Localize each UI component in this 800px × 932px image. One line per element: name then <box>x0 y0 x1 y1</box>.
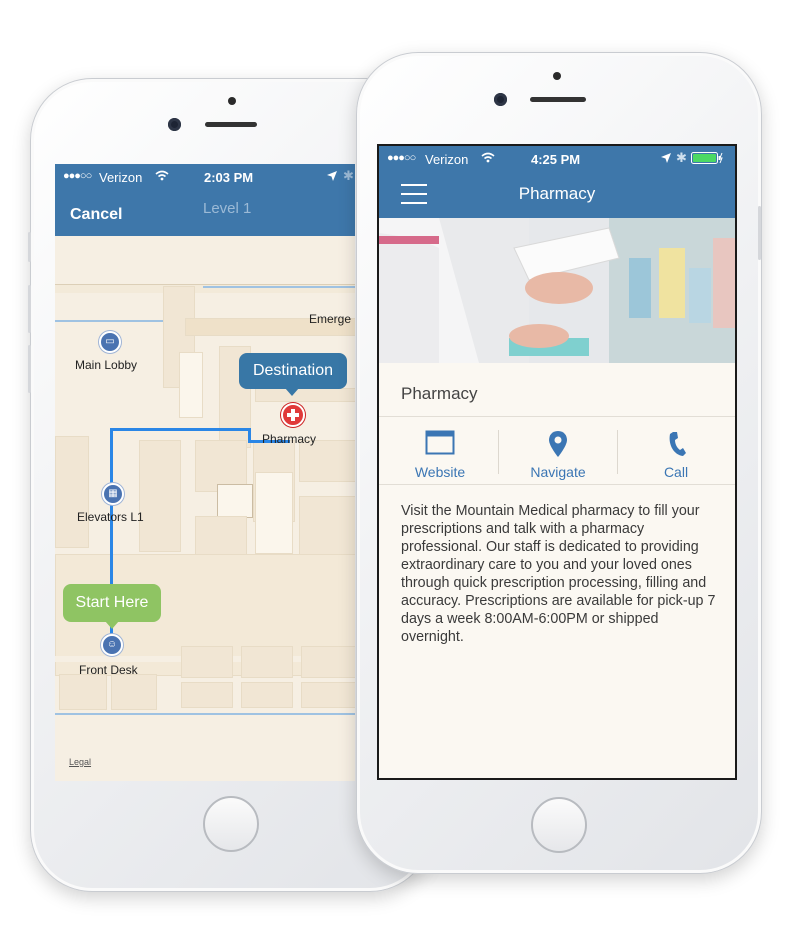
website-label: Website <box>414 464 466 480</box>
proximity-sensor-front <box>553 72 561 80</box>
earpiece-speaker-front <box>530 97 586 102</box>
location-arrow-icon-front <box>661 151 671 166</box>
main-lobby-label: Main Lobby <box>75 358 138 372</box>
proximity-sensor <box>228 97 236 105</box>
start-here-callout[interactable]: Start Here <box>63 584 161 622</box>
front-camera-icon <box>168 118 181 131</box>
back-screen: ●●●○○ Verizon 2:03 PM ✱ Cancel Level 1 ▭… <box>55 164 355 781</box>
cancel-button[interactable]: Cancel <box>70 206 122 224</box>
pharmacy-description: Visit the Mountain Medical pharmacy to f… <box>401 503 716 645</box>
pharmacy-header: ●●●○○ Verizon 4:25 PM ✱ Pharmacy <box>379 146 735 218</box>
front-screen: ●●●○○ Verizon 4:25 PM ✱ Pharmacy Pharmac… <box>377 144 737 780</box>
volume-up-button <box>28 285 31 333</box>
home-button-front[interactable] <box>531 797 587 853</box>
bluetooth-icon: ✱ <box>343 168 354 183</box>
map-header: ●●●○○ Verizon 2:03 PM ✱ Cancel Level 1 <box>55 164 355 236</box>
emergency-label: Emerge <box>309 312 352 326</box>
legal-link[interactable]: Legal <box>69 757 91 767</box>
clock-label-front: 4:25 PM <box>531 152 581 167</box>
status-bar-front: ●●●○○ Verizon 4:25 PM ✱ <box>379 146 735 172</box>
location-arrow-icon <box>327 169 337 184</box>
signal-icon-front: ●●●○○ <box>387 152 416 164</box>
sofa-icon[interactable]: ▭ <box>99 331 121 353</box>
divider-bottom <box>379 484 735 485</box>
power-button <box>758 206 761 260</box>
elevators-label: Elevators L1 <box>77 510 144 524</box>
pharmacy-marker-icon[interactable] <box>281 403 305 427</box>
front-desk-icon[interactable]: ☺ <box>101 634 123 656</box>
map-pin-icon <box>549 431 567 457</box>
home-button-back[interactable] <box>203 796 259 852</box>
front-desk-label: Front Desk <box>79 663 138 677</box>
wifi-icon-front <box>481 151 495 166</box>
destination-callout[interactable]: Destination <box>239 353 347 389</box>
phone-icon <box>669 432 686 456</box>
level-label: Level 1 <box>203 200 252 217</box>
header-title: Pharmacy <box>518 184 596 203</box>
status-bar: ●●●○○ Verizon 2:03 PM ✱ <box>55 164 355 190</box>
clock-label: 2:03 PM <box>204 170 254 185</box>
carrier-label-front: Verizon <box>425 152 469 167</box>
section-title: Pharmacy <box>401 384 478 403</box>
battery-icon <box>691 152 723 167</box>
elevator-icon[interactable]: ▦ <box>102 483 124 505</box>
website-button[interactable]: Website <box>381 428 499 488</box>
earpiece-speaker <box>205 122 257 127</box>
pharmacy-map-label: Pharmacy <box>262 432 317 446</box>
window-icon <box>425 430 455 455</box>
route-top <box>110 428 250 431</box>
signal-icon: ●●●○○ <box>63 170 92 182</box>
divider-top <box>379 416 735 417</box>
carrier-label: Verizon <box>99 170 143 185</box>
call-label: Call <box>663 464 689 480</box>
front-camera-icon-2 <box>494 93 507 106</box>
volume-down-button <box>28 345 31 393</box>
navigate-label: Navigate <box>530 464 586 480</box>
bluetooth-icon-front: ✱ <box>676 150 687 165</box>
pharmacy-hero-image <box>379 218 735 363</box>
navigate-button[interactable]: Navigate <box>499 428 617 488</box>
call-button[interactable]: Call <box>617 428 735 488</box>
mute-switch <box>28 232 31 262</box>
floor-map[interactable]: ▭ Main Lobby Emerge Destination Pharmacy… <box>55 236 355 781</box>
wifi-icon <box>155 169 169 184</box>
